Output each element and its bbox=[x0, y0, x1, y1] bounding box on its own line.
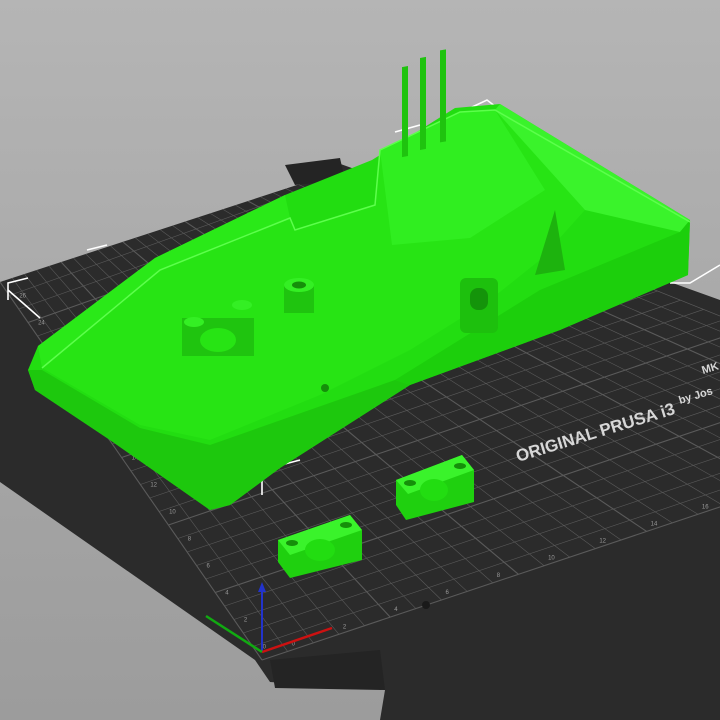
back-wall-rib bbox=[420, 56, 426, 150]
standoff-post bbox=[284, 278, 314, 313]
bed-tick-label: 10 bbox=[548, 556, 555, 562]
back-wall-rib bbox=[402, 66, 408, 158]
back-wall-rib bbox=[440, 49, 446, 143]
bed-tick-label: 16 bbox=[702, 504, 709, 510]
bed-screw bbox=[422, 601, 430, 609]
scene: 0022446688101012121414161618182020222224… bbox=[0, 49, 720, 720]
bed-tick-label: 10 bbox=[169, 510, 176, 516]
3d-viewport[interactable]: 0022446688101012121414161618182020222224… bbox=[0, 0, 720, 720]
floor-hole bbox=[321, 384, 329, 392]
bed-tick-label: 26 bbox=[19, 294, 26, 300]
bed-tick-label: 12 bbox=[150, 483, 157, 489]
bed-tick-label: 12 bbox=[599, 539, 606, 545]
bed-tick-label: 14 bbox=[651, 521, 658, 527]
cable-loop-post bbox=[460, 278, 498, 333]
bed-tick-label: 24 bbox=[38, 321, 45, 327]
